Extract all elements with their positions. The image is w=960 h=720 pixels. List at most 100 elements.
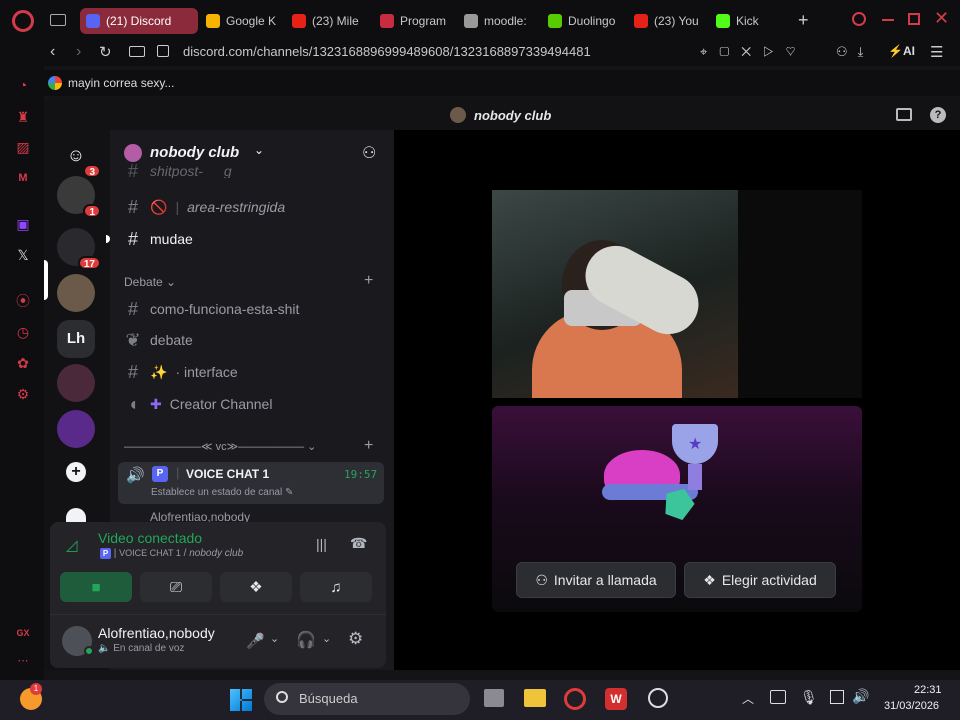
- voice-location[interactable]: P | VOICE CHAT 1 / nobody club: [100, 548, 243, 559]
- browser-tab[interactable]: Program: [380, 8, 460, 34]
- camera-permission-icon[interactable]: [129, 46, 145, 57]
- voice-channel-active[interactable]: 🔊 P | VOICE CHAT 1 19:57 Establece un es…: [118, 462, 384, 504]
- category-vc[interactable]: ———————≪ vc≫—————— ⌄: [124, 440, 316, 453]
- voice-user[interactable]: Alofrentiao,nobody: [150, 510, 250, 522]
- new-tab-icon[interactable]: +: [798, 10, 809, 31]
- toolbar-icons[interactable]: ⚇⤓: [836, 44, 873, 60]
- set-status[interactable]: Establece un estado de canal ✎: [151, 487, 293, 498]
- aria-ai-button[interactable]: ⚡AI: [888, 44, 915, 58]
- create-channel-icon[interactable]: +: [364, 272, 373, 290]
- more-icon[interactable]: ⋯: [14, 652, 32, 670]
- browser-tab[interactable]: moodle:: [464, 8, 544, 34]
- server-avatar-1[interactable]: 1: [57, 176, 101, 218]
- crypto-wallet-icon[interactable]: ♜: [14, 108, 32, 126]
- history-icon[interactable]: ◷: [14, 323, 32, 341]
- chevron-up-icon[interactable]: ︿: [742, 690, 754, 707]
- volume-icon[interactable]: 🔊: [852, 688, 869, 705]
- gx-icon[interactable]: GX: [14, 624, 32, 642]
- settings-icon[interactable]: ⚙: [14, 385, 32, 403]
- browser-tab[interactable]: (21) Discord: [80, 8, 198, 34]
- channel-creator[interactable]: ◖ ✚ Creator Channel: [124, 392, 273, 416]
- gmail-icon[interactable]: M: [14, 169, 32, 187]
- player-icon[interactable]: ⦿: [14, 292, 32, 310]
- wps-office-icon[interactable]: W: [605, 688, 627, 710]
- tab-label: (21) Discord: [106, 14, 172, 28]
- bookmark-item[interactable]: mayin correa sexy...: [68, 76, 174, 90]
- server-name[interactable]: nobody club: [150, 144, 239, 161]
- inbox-icon[interactable]: [896, 108, 912, 121]
- channel-area-restringida[interactable]: # 🚫 | area-restringida: [124, 195, 285, 219]
- help-icon[interactable]: ?: [930, 107, 946, 123]
- activities-button[interactable]: ❖: [220, 572, 292, 602]
- mic-icon[interactable]: 🎙: [800, 689, 818, 706]
- browser-tab[interactable]: Google K: [206, 8, 286, 34]
- disconnect-icon[interactable]: ☎: [350, 535, 367, 552]
- chevron-down-icon[interactable]: ⌄: [254, 143, 264, 157]
- server-avatar-3[interactable]: [57, 274, 95, 312]
- taskbar-search[interactable]: Búsqueda: [264, 683, 470, 715]
- voice-status[interactable]: Video conectado: [98, 530, 202, 546]
- channel-interface[interactable]: # ✨ · interface: [124, 360, 238, 384]
- noise-suppression-icon[interactable]: |||: [316, 536, 327, 552]
- twitch-icon[interactable]: ▣: [14, 215, 32, 233]
- reload-icon[interactable]: ↻: [99, 43, 112, 61]
- browser-tab[interactable]: Duolingo: [548, 8, 628, 34]
- site-info-icon[interactable]: [157, 45, 169, 57]
- discover-icon[interactable]: [66, 508, 86, 522]
- server-avatar-5[interactable]: [57, 364, 95, 402]
- steam-icon[interactable]: [648, 688, 668, 708]
- camera-button[interactable]: ■: [60, 572, 132, 602]
- browser-tab[interactable]: (23) Mile: [292, 8, 372, 34]
- channel-mudae[interactable]: # mudae: [124, 227, 193, 251]
- channel-debate[interactable]: ❦ debate: [124, 328, 192, 352]
- discord-home[interactable]: ☺ 3: [57, 136, 101, 178]
- extensions-icon[interactable]: ✿: [14, 354, 32, 372]
- server-avatar-6[interactable]: [57, 410, 95, 448]
- screen-share-button[interactable]: ⎚: [140, 572, 212, 602]
- channel-como-funciona[interactable]: # como-funciona-esta-shit: [124, 297, 299, 321]
- clock-time[interactable]: 22:31: [914, 684, 942, 696]
- server-avatar-2[interactable]: 17: [57, 228, 101, 270]
- opera-taskbar-icon[interactable]: [564, 688, 586, 710]
- server-lh[interactable]: Lh: [57, 320, 95, 358]
- category-debate[interactable]: Debate ⌄: [124, 275, 176, 289]
- add-server-icon[interactable]: +: [66, 462, 86, 482]
- task-view-icon[interactable]: [484, 689, 504, 707]
- url-text[interactable]: discord.com/channels/1323168896999489608…: [183, 44, 591, 59]
- forward-icon[interactable]: ›: [76, 43, 81, 61]
- start-icon[interactable]: [230, 689, 252, 711]
- notification-badge: 3: [83, 164, 101, 178]
- network-icon[interactable]: [830, 690, 844, 704]
- soundboard-button[interactable]: ♫: [300, 572, 372, 602]
- kick-icon: [716, 14, 730, 28]
- back-icon[interactable]: ‹: [50, 43, 55, 61]
- chevron-down-icon[interactable]: ⌄: [322, 632, 331, 645]
- x-twitter-icon[interactable]: 𝕏: [14, 246, 32, 264]
- gear-icon[interactable]: ⚙: [348, 629, 363, 649]
- url-actions-icons[interactable]: ⌖▢✕▷♡: [700, 44, 808, 60]
- opera-logo-icon[interactable]: [12, 10, 34, 32]
- username[interactable]: Alofrentiao,nobody: [98, 625, 215, 641]
- choose-activity-button[interactable]: ❖ Elegir actividad: [684, 562, 836, 598]
- maximize-icon[interactable]: [908, 13, 920, 25]
- video-tile[interactable]: [492, 190, 862, 398]
- tray-app-icon[interactable]: [770, 690, 786, 704]
- invite-to-call-button[interactable]: ⚇ Invitar a llamada: [516, 562, 676, 598]
- browser-tab[interactable]: (23) You: [634, 8, 714, 34]
- minimize-icon[interactable]: [882, 19, 894, 21]
- easy-setup-icon[interactable]: ☰: [930, 43, 943, 61]
- file-explorer-icon[interactable]: [524, 689, 546, 707]
- invite-people-icon[interactable]: ⚇: [362, 143, 376, 163]
- mic-icon[interactable]: 🎤: [246, 632, 265, 650]
- browser-tab[interactable]: Kick: [716, 8, 796, 34]
- close-window-icon[interactable]: ✕: [934, 8, 949, 29]
- clock-date[interactable]: 31/03/2026: [884, 700, 939, 712]
- messenger-icon[interactable]: ▨: [14, 138, 32, 156]
- speed-dial-icon[interactable]: ◔: [14, 76, 32, 94]
- search-tabs-icon[interactable]: [852, 12, 866, 26]
- channel-shitpost[interactable]: # shitpost-゚ﾟg: [124, 164, 232, 178]
- headphones-icon[interactable]: 🎧: [296, 630, 316, 650]
- chevron-down-icon[interactable]: ⌄: [270, 632, 279, 645]
- create-channel-icon[interactable]: +: [364, 437, 373, 455]
- workspaces-icon[interactable]: [50, 14, 66, 26]
